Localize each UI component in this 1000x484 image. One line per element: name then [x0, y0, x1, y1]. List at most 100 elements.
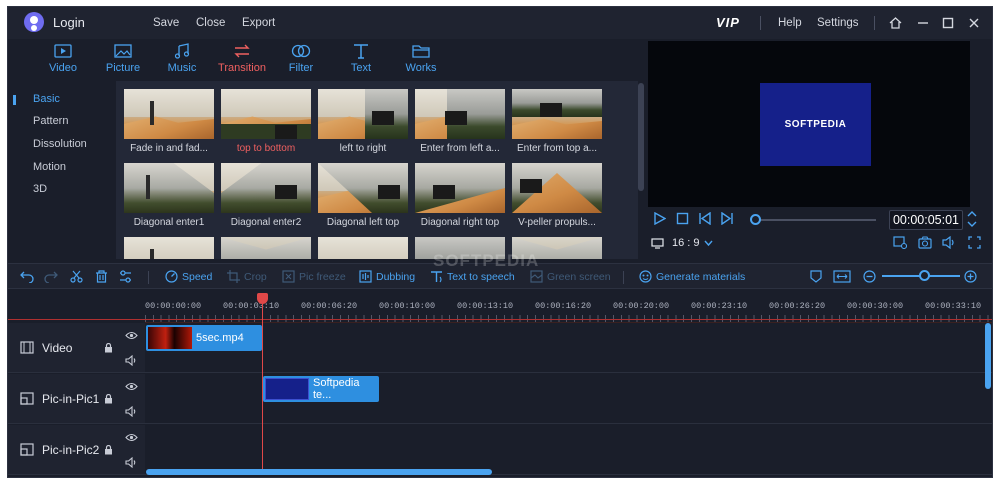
- track-header-video[interactable]: Video: [8, 323, 145, 373]
- close-window-icon[interactable]: [964, 13, 984, 33]
- stop-icon[interactable]: [676, 212, 689, 228]
- clip-thumbnail: [148, 327, 192, 349]
- next-frame-icon[interactable]: [721, 211, 734, 228]
- video-icon: [54, 44, 72, 58]
- playhead-line[interactable]: [262, 299, 263, 471]
- time-stepper-icon[interactable]: [967, 210, 977, 231]
- tab-music[interactable]: Music: [157, 43, 207, 77]
- split-icon[interactable]: [70, 270, 83, 283]
- login-link[interactable]: Login: [53, 15, 85, 30]
- text-to-speech-button[interactable]: Text to speech: [430, 270, 515, 283]
- tab-video[interactable]: Video: [38, 43, 88, 77]
- transition-item[interactable]: Diagonal enter1: [124, 163, 214, 228]
- eye-icon[interactable]: [125, 331, 138, 340]
- transition-item[interactable]: [318, 237, 408, 259]
- sidebar-item-dissolution[interactable]: Dissolution: [33, 138, 87, 150]
- transition-item[interactable]: Diagonal right top: [415, 163, 505, 228]
- volume-icon[interactable]: [942, 235, 956, 252]
- eye-icon[interactable]: [125, 382, 138, 391]
- vip-badge[interactable]: VIP: [716, 15, 740, 30]
- play-icon[interactable]: [653, 211, 667, 228]
- video-clip[interactable]: 5sec.mp4: [146, 325, 262, 351]
- eye-icon[interactable]: [125, 433, 138, 442]
- lock-icon[interactable]: [104, 343, 113, 353]
- generate-icon: [639, 270, 652, 283]
- zoom-slider-handle[interactable]: [919, 270, 930, 281]
- transition-item[interactable]: Diagonal left top: [318, 163, 408, 228]
- fit-timeline-icon[interactable]: [833, 270, 851, 283]
- speaker-icon[interactable]: [125, 355, 138, 366]
- timeline-range-line: [8, 319, 992, 320]
- fullscreen-icon[interactable]: [968, 236, 981, 252]
- preview-seek-track[interactable]: [754, 219, 876, 221]
- folder-icon: [412, 45, 430, 58]
- zoom-in-icon[interactable]: [964, 270, 977, 283]
- help-menu[interactable]: Help: [778, 17, 802, 29]
- transition-item[interactable]: left to right: [318, 89, 408, 154]
- track-header-pic-in-pic2[interactable]: Pic-in-Pic2: [8, 425, 145, 475]
- green-screen-button[interactable]: Green screen: [530, 270, 611, 283]
- marker-icon[interactable]: [810, 270, 822, 283]
- close-menu[interactable]: Close: [196, 17, 225, 29]
- tab-works[interactable]: Works: [396, 43, 446, 77]
- track-header-pic-in-pic1[interactable]: Pic-in-Pic1: [8, 374, 145, 424]
- transition-icon: [234, 44, 250, 58]
- tab-transition[interactable]: Transition: [217, 43, 267, 77]
- camera-icon[interactable]: [918, 236, 932, 252]
- maximize-icon[interactable]: [938, 13, 958, 33]
- text-to-speech-icon: [431, 271, 442, 283]
- transition-item[interactable]: V-peller propuls...: [512, 163, 602, 228]
- sidebar-item-motion[interactable]: Motion: [33, 161, 66, 173]
- minimize-icon[interactable]: [913, 13, 933, 33]
- clip-thumbnail: [265, 378, 309, 400]
- timeline-horizontal-scrollbar[interactable]: [146, 469, 492, 475]
- home-icon[interactable]: [885, 13, 905, 33]
- save-menu[interactable]: Save: [153, 17, 179, 29]
- settings-menu[interactable]: Settings: [817, 17, 859, 29]
- prev-frame-icon[interactable]: [698, 211, 711, 228]
- speaker-icon[interactable]: [125, 457, 138, 468]
- transition-item[interactable]: Enter from top a...: [512, 89, 602, 154]
- lock-icon[interactable]: [104, 394, 113, 404]
- track-video[interactable]: 5sec.mp4: [145, 323, 992, 373]
- sidebar-item-3d[interactable]: 3D: [33, 183, 47, 195]
- grid-scrollbar[interactable]: [638, 81, 644, 259]
- transition-item[interactable]: top to bottom: [221, 89, 311, 154]
- zoom-out-icon[interactable]: [863, 270, 876, 283]
- generate-materials-button[interactable]: Generate materials: [639, 270, 745, 283]
- undo-icon[interactable]: [20, 270, 34, 283]
- adjust-icon[interactable]: [119, 270, 132, 283]
- sidebar-item-pattern[interactable]: Pattern: [33, 115, 68, 127]
- delete-icon[interactable]: [95, 270, 108, 283]
- music-icon: [174, 43, 190, 59]
- lock-icon[interactable]: [104, 445, 113, 455]
- preview-content: SOFTPEDIA: [760, 83, 871, 166]
- filter-icon: [291, 44, 311, 58]
- tab-filter[interactable]: Filter: [276, 43, 326, 77]
- snapshot-settings-icon[interactable]: [893, 236, 908, 252]
- preview-seek-handle[interactable]: [750, 214, 761, 225]
- title-bar: Login Save Close Export VIP Help Setting…: [8, 7, 992, 39]
- dubbing-icon: [359, 270, 372, 283]
- tab-text[interactable]: Text: [336, 43, 386, 77]
- dubbing-button[interactable]: Dubbing: [359, 270, 415, 283]
- pip-clip[interactable]: Softpedia te...: [263, 376, 379, 402]
- transition-item[interactable]: [221, 237, 311, 259]
- track-pic-in-pic1[interactable]: Softpedia te...: [145, 374, 992, 424]
- transition-item[interactable]: Fade in and fad...: [124, 89, 214, 154]
- transition-item[interactable]: Diagonal enter2: [221, 163, 311, 228]
- tab-picture[interactable]: Picture: [98, 43, 148, 77]
- speed-button[interactable]: Speed: [165, 270, 212, 283]
- export-menu[interactable]: Export: [242, 17, 275, 29]
- track-pic-in-pic2[interactable]: [145, 425, 992, 475]
- pic-freeze-button[interactable]: Pic freeze: [282, 270, 346, 283]
- transition-item[interactable]: [124, 237, 214, 259]
- speaker-icon[interactable]: [125, 406, 138, 417]
- transition-item[interactable]: Enter from left a...: [415, 89, 505, 154]
- aspect-ratio-select[interactable]: 16 : 9: [651, 235, 719, 251]
- crop-button[interactable]: Crop: [227, 270, 267, 283]
- redo-icon[interactable]: [44, 270, 58, 283]
- user-avatar-icon[interactable]: [24, 12, 44, 32]
- sidebar-item-basic[interactable]: Basic: [33, 93, 60, 105]
- timeline-vertical-scrollbar[interactable]: [985, 323, 991, 389]
